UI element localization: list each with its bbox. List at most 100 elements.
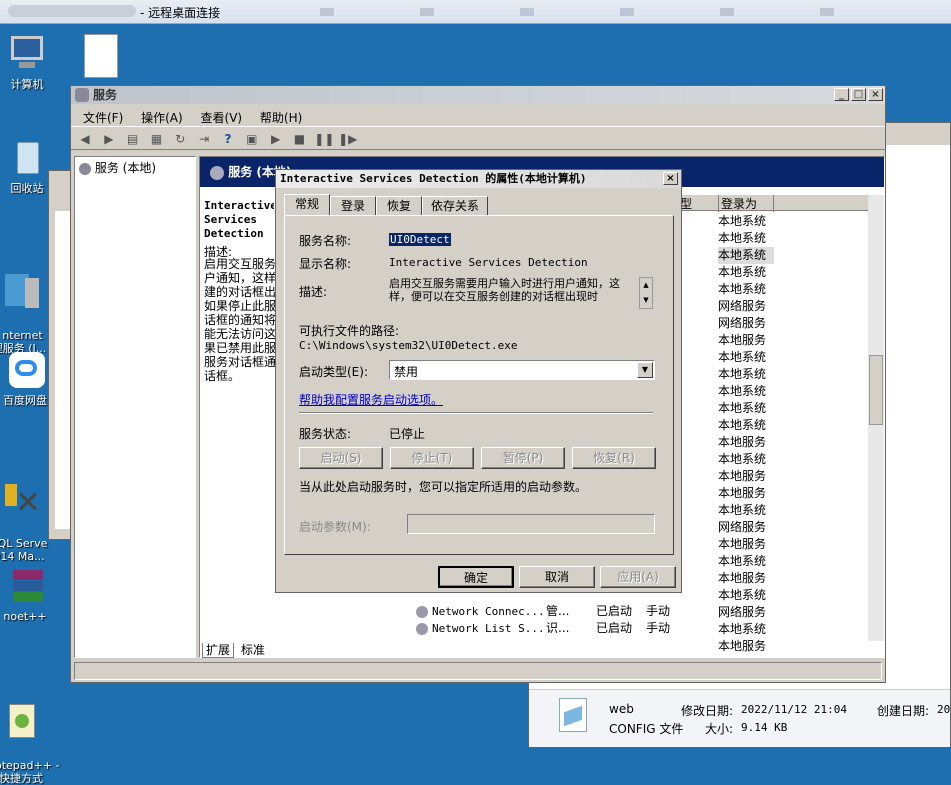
params-label: 启动参数(M): bbox=[299, 520, 371, 534]
params-input[interactable] bbox=[407, 514, 655, 534]
description-label: 描述: bbox=[299, 285, 328, 299]
tab-dependencies[interactable]: 依存关系 bbox=[422, 196, 488, 215]
modified-value: 2022/11/12 21:04 bbox=[741, 703, 847, 716]
extended-desc-text: 启用交互服务户通知，这样建的对话框出如果停止此服话框的通知将能无法访问这果已禁用… bbox=[204, 257, 276, 383]
logon-cell: 本地系统 bbox=[718, 503, 767, 517]
logon-cell: 本地服务 bbox=[718, 333, 767, 347]
view-tabs: 扩展 标准 bbox=[202, 641, 268, 658]
logon-cell: 本地系统 bbox=[718, 214, 767, 228]
close-button[interactable]: × bbox=[868, 88, 883, 101]
computer-icon bbox=[7, 34, 47, 74]
cancel-button[interactable]: 取消 bbox=[519, 566, 595, 588]
remote-desktop-titlebar: - 远程桌面连接 bbox=[0, 0, 951, 24]
params-hint: 当从此处启动服务时，您可以指定所适用的启动参数。 bbox=[299, 480, 588, 494]
help-icon[interactable]: ? bbox=[219, 130, 237, 148]
logon-cell: 本地系统 bbox=[718, 384, 767, 398]
remote-desktop-title: - 远程桌面连接 bbox=[140, 6, 221, 20]
description-scroll[interactable]: ▲ ▼ bbox=[639, 277, 653, 309]
resume-button[interactable]: 恢复(R) bbox=[572, 447, 656, 469]
play-icon[interactable]: ▶ bbox=[267, 130, 285, 148]
dialog-title: Interactive Services Detection 的属性(本地计算机… bbox=[280, 172, 587, 185]
apply-button[interactable]: 应用(A) bbox=[600, 566, 676, 588]
service-name-value[interactable]: UI0Detect bbox=[389, 233, 451, 246]
logon-cell: 本地系统 bbox=[718, 350, 767, 364]
path-value: C:\Windows\system32\UI0Detect.exe bbox=[299, 339, 518, 352]
forward-icon[interactable]: ▶ bbox=[100, 130, 118, 148]
minimize-button[interactable]: _ bbox=[834, 88, 849, 101]
size-label: 大小: bbox=[705, 722, 734, 736]
logon-cell: 网络服务 bbox=[718, 520, 767, 534]
taskbar-ghost bbox=[420, 8, 434, 16]
menu-help[interactable]: 帮助(H) bbox=[253, 107, 309, 128]
pause-icon[interactable]: ❚❚ bbox=[314, 130, 334, 148]
separator bbox=[299, 412, 653, 414]
tab-extended[interactable]: 扩展 bbox=[202, 643, 235, 658]
col-logon[interactable]: 登录为 bbox=[718, 195, 774, 212]
modified-label: 修改日期: bbox=[681, 704, 734, 718]
stop-button[interactable]: 停止(T) bbox=[390, 447, 474, 469]
menu-action[interactable]: 操作(A) bbox=[134, 107, 190, 128]
back-icon[interactable]: ◀ bbox=[76, 130, 94, 148]
tab-standard[interactable]: 标准 bbox=[238, 643, 268, 657]
maximize-button[interactable]: □ bbox=[851, 88, 866, 101]
display-name-label: 显示名称: bbox=[299, 257, 352, 271]
logon-cell: 本地系统 bbox=[718, 588, 767, 602]
logon-cell: 本地服务 bbox=[718, 435, 767, 449]
status-bar bbox=[74, 662, 882, 680]
logon-cell: 本地服务 bbox=[718, 469, 767, 483]
table-row[interactable]: Network Connec... 管... 已启动 手动 bbox=[416, 603, 776, 620]
desktop-icon-sql-server[interactable]: QL Serve 014 Ma... bbox=[0, 454, 52, 563]
restart-icon[interactable]: ❚▶ bbox=[338, 130, 357, 148]
tree-item-services-local[interactable]: 服务 (本地) bbox=[75, 157, 195, 178]
file-type: CONFIG 文件 bbox=[609, 722, 684, 736]
description-box[interactable]: 启用交互服务需要用户输入时进行用户通知，这样，便可以在交互服务创建的对话框出现时 bbox=[389, 277, 653, 309]
show-tree-icon[interactable]: ▤ bbox=[124, 130, 142, 148]
config-file-icon bbox=[559, 698, 587, 732]
gear-icon bbox=[416, 606, 428, 618]
column-header: 型 登录为 bbox=[680, 195, 874, 212]
logon-cell: 本地服务 bbox=[718, 486, 767, 500]
logon-cell: 网络服务 bbox=[718, 299, 767, 313]
properties-icon[interactable]: ▦ bbox=[147, 130, 165, 148]
logon-cell: 本地服务 bbox=[718, 537, 767, 551]
logon-cell: 本地系统 bbox=[718, 265, 767, 279]
path-label: 可执行文件的路径: bbox=[299, 324, 400, 338]
table-row[interactable]: Network List S... 识... 已启动 手动 bbox=[416, 620, 776, 637]
refresh-icon[interactable]: ↻ bbox=[171, 130, 189, 148]
ok-button[interactable]: 确定 bbox=[438, 566, 514, 588]
gear-icon bbox=[79, 162, 91, 175]
desktop-icon-winrar[interactable]: noet++ bbox=[0, 566, 58, 623]
file-name: web bbox=[609, 702, 634, 716]
dialog-close-button[interactable]: × bbox=[663, 172, 678, 185]
display-name-value[interactable]: Interactive Services Detection bbox=[389, 256, 588, 269]
tab-recovery[interactable]: 恢复 bbox=[376, 196, 422, 215]
desktop-icon-iis[interactable]: nternet 理服务 (I... bbox=[0, 246, 52, 355]
document-icon[interactable] bbox=[84, 34, 118, 78]
properties-dialog: Interactive Services Detection 的属性(本地计算机… bbox=[275, 169, 682, 593]
taskbar-ghost bbox=[720, 8, 734, 16]
logon-cell: 本地系统 bbox=[718, 401, 767, 415]
tab-general[interactable]: 常规 bbox=[284, 194, 330, 215]
export-icon[interactable]: ⇥ bbox=[195, 130, 213, 148]
tab-logon[interactable]: 登录 bbox=[330, 196, 376, 215]
service-name-label: 服务名称: bbox=[299, 234, 352, 248]
scroll-thumb[interactable] bbox=[869, 355, 883, 425]
startup-type-select[interactable]: 禁用 ▼ bbox=[389, 360, 655, 380]
extended-desc-title: Interactive Services Detection bbox=[204, 199, 274, 240]
chevron-down-icon[interactable]: ▼ bbox=[637, 362, 653, 378]
taskbar-ghost bbox=[520, 8, 534, 16]
logon-cell: 本地系统 bbox=[718, 282, 767, 296]
desktop-icon-notepadpp[interactable]: otepad++ - 快捷方式 bbox=[0, 676, 59, 785]
logon-cell: 本地系统 bbox=[718, 554, 767, 568]
desktop-icon-computer[interactable]: 计算机 bbox=[0, 34, 60, 91]
help-configure-link[interactable]: 帮助我配置服务启动选项。 bbox=[299, 391, 443, 408]
console-icon[interactable]: ▣ bbox=[243, 130, 261, 148]
menu-view[interactable]: 查看(V) bbox=[194, 107, 250, 128]
menu-file[interactable]: 文件(F) bbox=[76, 107, 130, 128]
logon-cell: 本地系统 bbox=[718, 231, 767, 245]
vertical-scrollbar[interactable] bbox=[868, 195, 884, 641]
pause-button[interactable]: 暂停(P) bbox=[481, 447, 565, 469]
stop-icon[interactable]: ■ bbox=[290, 130, 308, 148]
winrar-icon bbox=[5, 566, 45, 606]
start-button[interactable]: 启动(S) bbox=[299, 447, 383, 469]
